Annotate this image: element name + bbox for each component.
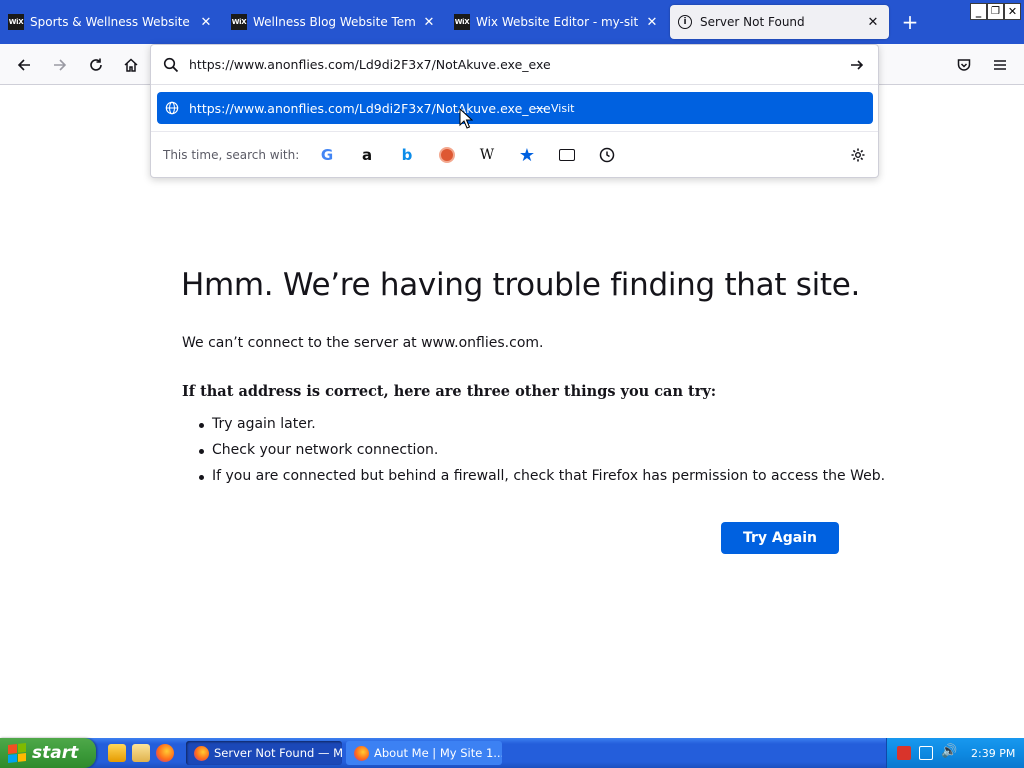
go-arrow-icon[interactable] [849,57,865,73]
folder-icon[interactable] [132,744,150,762]
tab-strip: WiX Sports & Wellness Website Template ✕… [0,0,1024,44]
tab-wix-editor[interactable]: WiX Wix Website Editor - my-site-1 ✕ [454,0,660,44]
menu-button[interactable] [987,52,1013,78]
tab-sports-wellness[interactable]: WiX Sports & Wellness Website Template ✕ [8,0,214,44]
urlbar-result-visit[interactable]: https://www.anonflies.com/Ld9di2F3x7/Not… [157,92,873,124]
tabs-icon[interactable] [557,145,577,165]
result-action: Visit [551,102,575,115]
back-button[interactable] [11,52,37,78]
minimize-button[interactable]: _ [970,3,987,20]
taskbar-window-about-me[interactable]: About Me | My Site 1... [346,741,502,765]
amazon-icon[interactable]: a [357,145,377,165]
list-item: Check your network connection. [198,442,885,468]
google-icon[interactable]: G [317,145,337,165]
close-tab-icon[interactable]: ✕ [198,15,214,30]
firefox-icon [194,745,209,761]
start-button[interactable]: start [0,738,96,768]
info-icon: i [678,15,692,29]
list-item: If you are connected but behind a firewa… [198,468,885,494]
search-icon [163,57,179,73]
result-separator: — [534,101,546,115]
forward-arrow-icon [54,59,67,71]
duckduckgo-icon[interactable] [437,145,457,165]
tab-server-not-found[interactable]: i Server Not Found ✕ [670,5,889,39]
new-tab-button[interactable]: + [900,12,920,32]
network-icon[interactable] [919,746,933,760]
wix-favicon-icon: WiX [454,14,470,30]
urlbar-input[interactable]: https://www.anonflies.com/Ld9di2F3x7/Not… [151,45,878,85]
forward-button[interactable] [47,52,73,78]
result-url: https://www.anonflies.com/Ld9di2F3x7/Not… [189,101,551,116]
taskbar-window-label: Server Not Found — M... [214,746,342,760]
search-with-label: This time, search with: [163,148,300,162]
search-settings-gear-icon[interactable] [848,145,868,165]
urlbar-dropdown: https://www.anonflies.com/Ld9di2F3x7/Not… [150,44,879,178]
reload-button[interactable] [83,52,109,78]
globe-icon [165,101,179,115]
close-window-button[interactable]: ✕ [1004,3,1021,20]
volume-icon[interactable]: 🔊 [941,744,957,759]
list-item: Try again later. [198,416,885,442]
error-title: Hmm. We’re having trouble finding that s… [181,267,861,303]
home-icon [124,58,138,72]
close-tab-icon[interactable]: ✕ [644,15,660,30]
try-again-button[interactable]: Try Again [721,522,839,554]
bookmarks-icon[interactable]: ★ [517,145,537,166]
tab-label: Sports & Wellness Website Template [30,15,192,29]
reload-icon [90,58,102,71]
clock: 2:39 PM [971,747,1016,760]
mouse-cursor-icon [459,108,473,129]
error-suggestions-list: Try again later. Check your network conn… [198,416,885,494]
bing-icon[interactable]: b [397,145,417,165]
pocket-button[interactable] [951,52,977,78]
taskbar-window-server-not-found[interactable]: Server Not Found — M... [186,741,342,765]
wix-favicon-icon: WiX [8,14,24,30]
tab-label: Wellness Blog Website Template | W [253,15,415,29]
wikipedia-icon[interactable]: W [477,145,497,165]
wix-favicon-icon: WiX [231,14,247,30]
error-description: We can’t connect to the server at www.on… [182,335,544,351]
close-tab-icon[interactable]: ✕ [865,15,881,30]
url-text[interactable]: https://www.anonflies.com/Ld9di2F3x7/Not… [189,57,551,72]
error-suggestions-heading: If that address is correct, here are thr… [182,383,717,400]
pocket-icon [957,59,971,71]
hamburger-menu-icon [994,60,1006,70]
tab-label: Wix Website Editor - my-site-1 [476,15,638,29]
firefox-icon[interactable] [156,744,174,762]
tab-label: Server Not Found [700,15,805,29]
restore-button[interactable]: ❐ [987,3,1004,20]
firefox-icon [354,745,369,761]
tab-wellness-blog[interactable]: WiX Wellness Blog Website Template | W ✕ [231,0,437,44]
home-button[interactable] [118,52,144,78]
taskbar-window-label: About Me | My Site 1... [374,746,502,760]
one-off-search-row: This time, search with: G a b W ★ [151,131,878,177]
taskbar: start Server Not Found — M... About Me |… [0,738,1024,768]
media-player-icon[interactable] [108,744,126,762]
start-label: start [32,743,79,763]
windows-logo-icon [8,743,26,763]
close-tab-icon[interactable]: ✕ [421,15,437,30]
history-icon[interactable] [597,145,617,165]
back-arrow-icon [17,59,30,71]
system-tray: 🔊 2:39 PM [886,738,1024,768]
security-alert-icon[interactable] [897,746,911,760]
